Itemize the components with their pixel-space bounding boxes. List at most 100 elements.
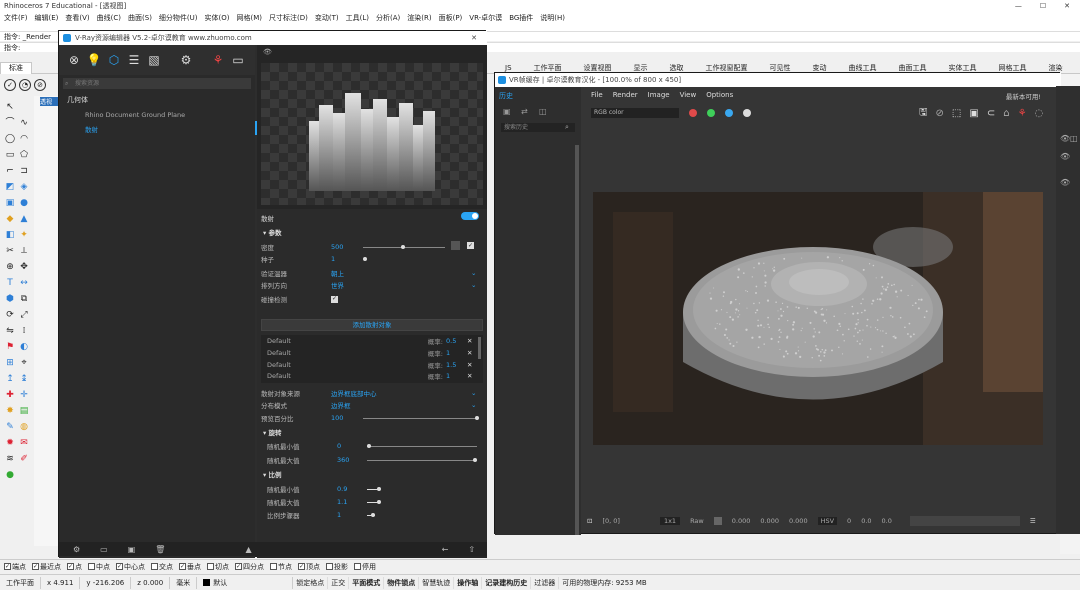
snap-project[interactable]: 投影 xyxy=(326,562,348,572)
remove-icon[interactable]: ✕ xyxy=(467,337,475,345)
snap-checkbox[interactable]: ✓ xyxy=(298,563,305,570)
hide-icon[interactable]: ◐ xyxy=(18,342,30,353)
vfb-menu-file[interactable]: File xyxy=(591,91,603,99)
geometry-icon[interactable]: ⬡ xyxy=(107,53,121,67)
red-channel-icon[interactable] xyxy=(689,109,697,117)
green-channel-icon[interactable] xyxy=(707,109,715,117)
list-scrollbar[interactable] xyxy=(478,337,481,359)
box-icon[interactable]: ▣ xyxy=(4,198,16,209)
section-params[interactable]: ▾ 参数 xyxy=(263,227,282,237)
cleanup-icon[interactable]: ▲ xyxy=(245,545,251,554)
dimension-icon[interactable]: ↔ xyxy=(18,278,30,289)
seed-value[interactable]: 1 xyxy=(331,255,367,263)
explode-icon[interactable]: ✦ xyxy=(18,230,30,241)
filter-button[interactable]: 过滤器 xyxy=(531,576,560,589)
collision-checkbox[interactable]: ✓ xyxy=(331,295,338,303)
close-icon[interactable]: ✕ xyxy=(471,34,477,42)
layer-icon[interactable]: ◫ xyxy=(1070,134,1078,143)
percent-value[interactable]: 100 xyxy=(331,414,367,422)
vfb-menu-view[interactable]: View xyxy=(680,91,697,99)
list-item[interactable]: Default 概率: 0.5 ✕ xyxy=(267,335,475,347)
snap-checkbox[interactable]: ✓ xyxy=(67,563,74,570)
tab-js[interactable]: JS xyxy=(494,64,523,72)
density-checkbox[interactable]: ✓ xyxy=(467,242,474,249)
sampling-mode[interactable]: 1x1 xyxy=(659,517,681,525)
rot-max-knob[interactable] xyxy=(473,458,477,462)
vfb-menu-render[interactable]: Render xyxy=(613,91,638,99)
clear-image-icon[interactable]: ⊘ xyxy=(936,108,944,119)
snap-checkbox[interactable]: ✓ xyxy=(235,563,242,570)
join-icon[interactable]: ⊕ xyxy=(4,262,16,273)
camera-icon[interactable]: ▤ xyxy=(18,406,30,417)
time-icon[interactable]: ◔ xyxy=(19,79,31,91)
direction-select[interactable]: 世界 xyxy=(331,280,471,290)
menu-view[interactable]: 查看(V) xyxy=(65,13,89,23)
frame-buffer-icon[interactable]: ▭ xyxy=(231,53,245,67)
chevron-down-icon[interactable]: ⌄ xyxy=(471,401,476,409)
asset-search-input[interactable]: 搜索资源 xyxy=(63,78,251,89)
corrections-icon[interactable]: ☰ xyxy=(1030,517,1036,525)
menu-file[interactable]: 文件(F) xyxy=(4,13,28,23)
move-icon[interactable]: ✥ xyxy=(18,262,30,273)
rot-min-slider[interactable] xyxy=(367,446,477,447)
snap-checkbox[interactable] xyxy=(207,563,214,570)
snap-checkbox[interactable] xyxy=(270,563,277,570)
stop-render-icon[interactable]: ◌ xyxy=(1035,108,1044,119)
vfb-menu-options[interactable]: Options xyxy=(706,91,733,99)
light-icon[interactable]: ✸ xyxy=(4,406,16,417)
sc-step-knob[interactable] xyxy=(371,513,375,517)
link-icon[interactable]: ⊂ xyxy=(987,108,995,119)
snap-icon[interactable]: ✛ xyxy=(18,390,30,401)
boolean-icon[interactable]: ◆ xyxy=(4,214,16,225)
tree-item-ground-plane[interactable]: Rhino Document Ground Plane xyxy=(71,111,185,119)
texture-slot-icon[interactable] xyxy=(451,241,460,250)
array-icon[interactable]: ⁞ xyxy=(18,326,30,337)
render-teapot-icon[interactable]: ⚘ xyxy=(211,53,225,67)
offset-icon[interactable]: ⊐ xyxy=(18,166,30,177)
plugin-icon[interactable]: ● xyxy=(4,470,16,481)
history-scrollbar[interactable] xyxy=(575,145,579,535)
menu-edit[interactable]: 编辑(E) xyxy=(35,13,59,23)
menu-analyze[interactable]: 分析(A) xyxy=(376,13,400,23)
seed-slider-knob[interactable] xyxy=(363,257,367,261)
menu-subd[interactable]: 细分物件(U) xyxy=(159,13,198,23)
fillet-icon[interactable]: ⌐ xyxy=(4,166,16,177)
maximize-icon[interactable]: ☐ xyxy=(1040,2,1046,10)
arc-icon[interactable]: ◠ xyxy=(18,134,30,145)
pick-icon[interactable]: ⊡ xyxy=(587,517,592,525)
vfb-menu-image[interactable]: Image xyxy=(648,91,670,99)
render-image[interactable] xyxy=(593,192,1043,445)
text-icon[interactable]: T xyxy=(4,278,16,289)
chevron-down-icon[interactable]: ⌄ xyxy=(471,269,476,277)
cplane-label[interactable]: 工作平面 xyxy=(0,576,41,589)
menu-surface[interactable]: 曲面(S) xyxy=(128,13,152,23)
trim-icon[interactable]: ✂ xyxy=(4,246,16,257)
unit-label[interactable]: 毫米 xyxy=(170,576,198,589)
snap-checkbox[interactable]: ✓ xyxy=(4,563,11,570)
menu-transform[interactable]: 变动(T) xyxy=(315,13,339,23)
eye-icon[interactable]: 👁 xyxy=(263,48,272,56)
list-item[interactable]: Default 概率: 1 ✕ xyxy=(267,371,475,381)
history-search-input[interactable]: 搜索历史 xyxy=(501,123,575,132)
list-item-prob[interactable]: 1.5 xyxy=(443,361,467,369)
snap-vertex[interactable]: ✓ 顶点 xyxy=(298,562,320,572)
upload-icon[interactable]: ⇧ xyxy=(468,545,475,554)
mode-select[interactable]: 边界框 xyxy=(331,400,471,410)
track-mouse-icon[interactable]: ▣ xyxy=(969,108,978,119)
split-icon[interactable]: ⟂ xyxy=(18,246,30,257)
settings-gear-icon[interactable]: ⚙ xyxy=(179,53,193,67)
pipe-icon[interactable]: ↥ xyxy=(4,374,16,385)
history-compare-icon[interactable]: ◫ xyxy=(539,107,547,116)
wave-icon[interactable]: ≋ xyxy=(4,454,16,465)
planar-button[interactable]: 平面模式 xyxy=(349,576,385,589)
cplane-icon[interactable]: ⊞ xyxy=(4,358,16,369)
region-render-icon[interactable]: ⬚ xyxy=(952,108,961,119)
snap-checkbox[interactable]: ✓ xyxy=(32,563,39,570)
section-scale[interactable]: ▾ 比例 xyxy=(263,469,282,479)
snap-tan[interactable]: 切点 xyxy=(207,562,229,572)
polygon-icon[interactable]: ⬠ xyxy=(18,150,30,161)
ortho-button[interactable]: 正交 xyxy=(328,576,350,589)
percent-slider-knob[interactable] xyxy=(475,416,479,420)
select-arrow-icon[interactable]: ↖ xyxy=(4,102,16,113)
snap-checkbox[interactable]: ✓ xyxy=(179,563,186,570)
